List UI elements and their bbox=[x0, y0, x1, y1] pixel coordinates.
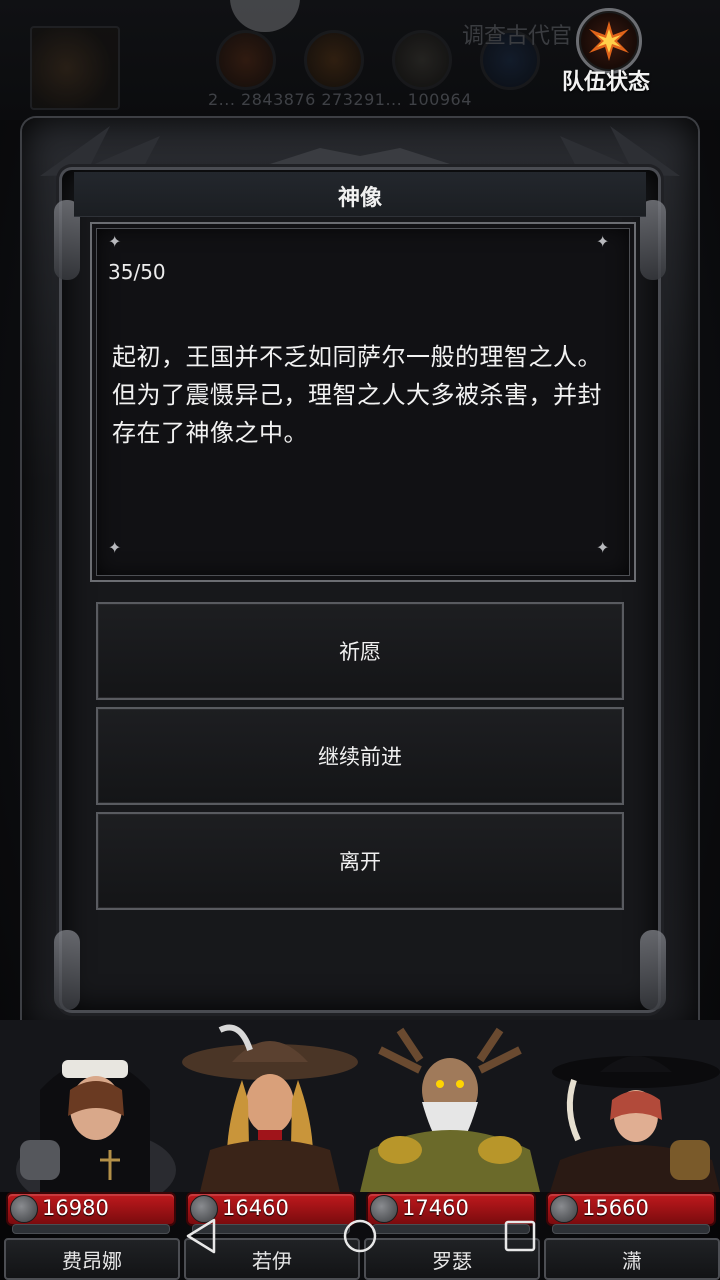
sparkle-icon: ✦ bbox=[108, 232, 122, 251]
story-text: 起初，王国并不乏如同萨尔一般的理智之人。但为了震慑异己，理智之人大多被杀害，并封… bbox=[112, 343, 602, 447]
hp-bar: 15660 bbox=[546, 1192, 716, 1226]
druid-portrait bbox=[360, 1020, 540, 1192]
mp-bar bbox=[552, 1224, 710, 1234]
party-member-portrait[interactable] bbox=[180, 1020, 360, 1192]
team-status-label[interactable]: 队伍状态 bbox=[552, 64, 660, 96]
sparkle-icon: ✦ bbox=[596, 538, 610, 557]
mp-bar bbox=[12, 1224, 170, 1234]
skill-orb-icon bbox=[304, 30, 364, 90]
sparkle-icon: ✦ bbox=[596, 232, 610, 251]
dialog-title: 神像 bbox=[337, 186, 382, 211]
choice-continue-button[interactable]: 继续前进 bbox=[96, 707, 624, 805]
hp-bar: 16980 bbox=[6, 1192, 176, 1226]
back-icon[interactable] bbox=[182, 1214, 222, 1258]
skill-orb-icon bbox=[392, 30, 452, 90]
home-icon[interactable] bbox=[340, 1214, 380, 1258]
choice-pray-button[interactable]: 祈愿 bbox=[96, 602, 624, 700]
party-member-name[interactable]: 潇 bbox=[544, 1238, 720, 1280]
hp-value: 17460 bbox=[402, 1196, 469, 1220]
ranger-portrait bbox=[180, 1020, 360, 1192]
health-icon bbox=[10, 1195, 38, 1223]
quest-text: 调查古代官 bbox=[462, 24, 573, 49]
sparkle-icon: ✦ bbox=[108, 538, 122, 557]
party-member-portrait[interactable] bbox=[0, 1020, 180, 1192]
party-member-portrait[interactable] bbox=[360, 1020, 540, 1192]
event-progress: 35/50 bbox=[108, 260, 166, 284]
hp-value: 16980 bbox=[42, 1196, 109, 1220]
frame-ornament bbox=[54, 930, 80, 1010]
health-icon bbox=[550, 1195, 578, 1223]
frame-ornament bbox=[640, 930, 666, 1010]
hp-value: 15660 bbox=[582, 1196, 649, 1220]
choice-leave-button[interactable]: 离开 bbox=[96, 812, 624, 910]
recents-icon[interactable] bbox=[500, 1214, 540, 1258]
party-member-name[interactable]: 费昂娜 bbox=[4, 1238, 180, 1280]
party-member-portrait[interactable] bbox=[540, 1020, 720, 1192]
burst-icon bbox=[589, 21, 629, 61]
nun-portrait bbox=[0, 1020, 180, 1192]
witch-portrait bbox=[540, 1020, 720, 1192]
hp-value: 16460 bbox=[222, 1196, 289, 1220]
game-screen: 调查古代官 2... 2843876 273291... 100964 队伍状态… bbox=[0, 0, 720, 1280]
skill-orb-icon bbox=[216, 30, 276, 90]
